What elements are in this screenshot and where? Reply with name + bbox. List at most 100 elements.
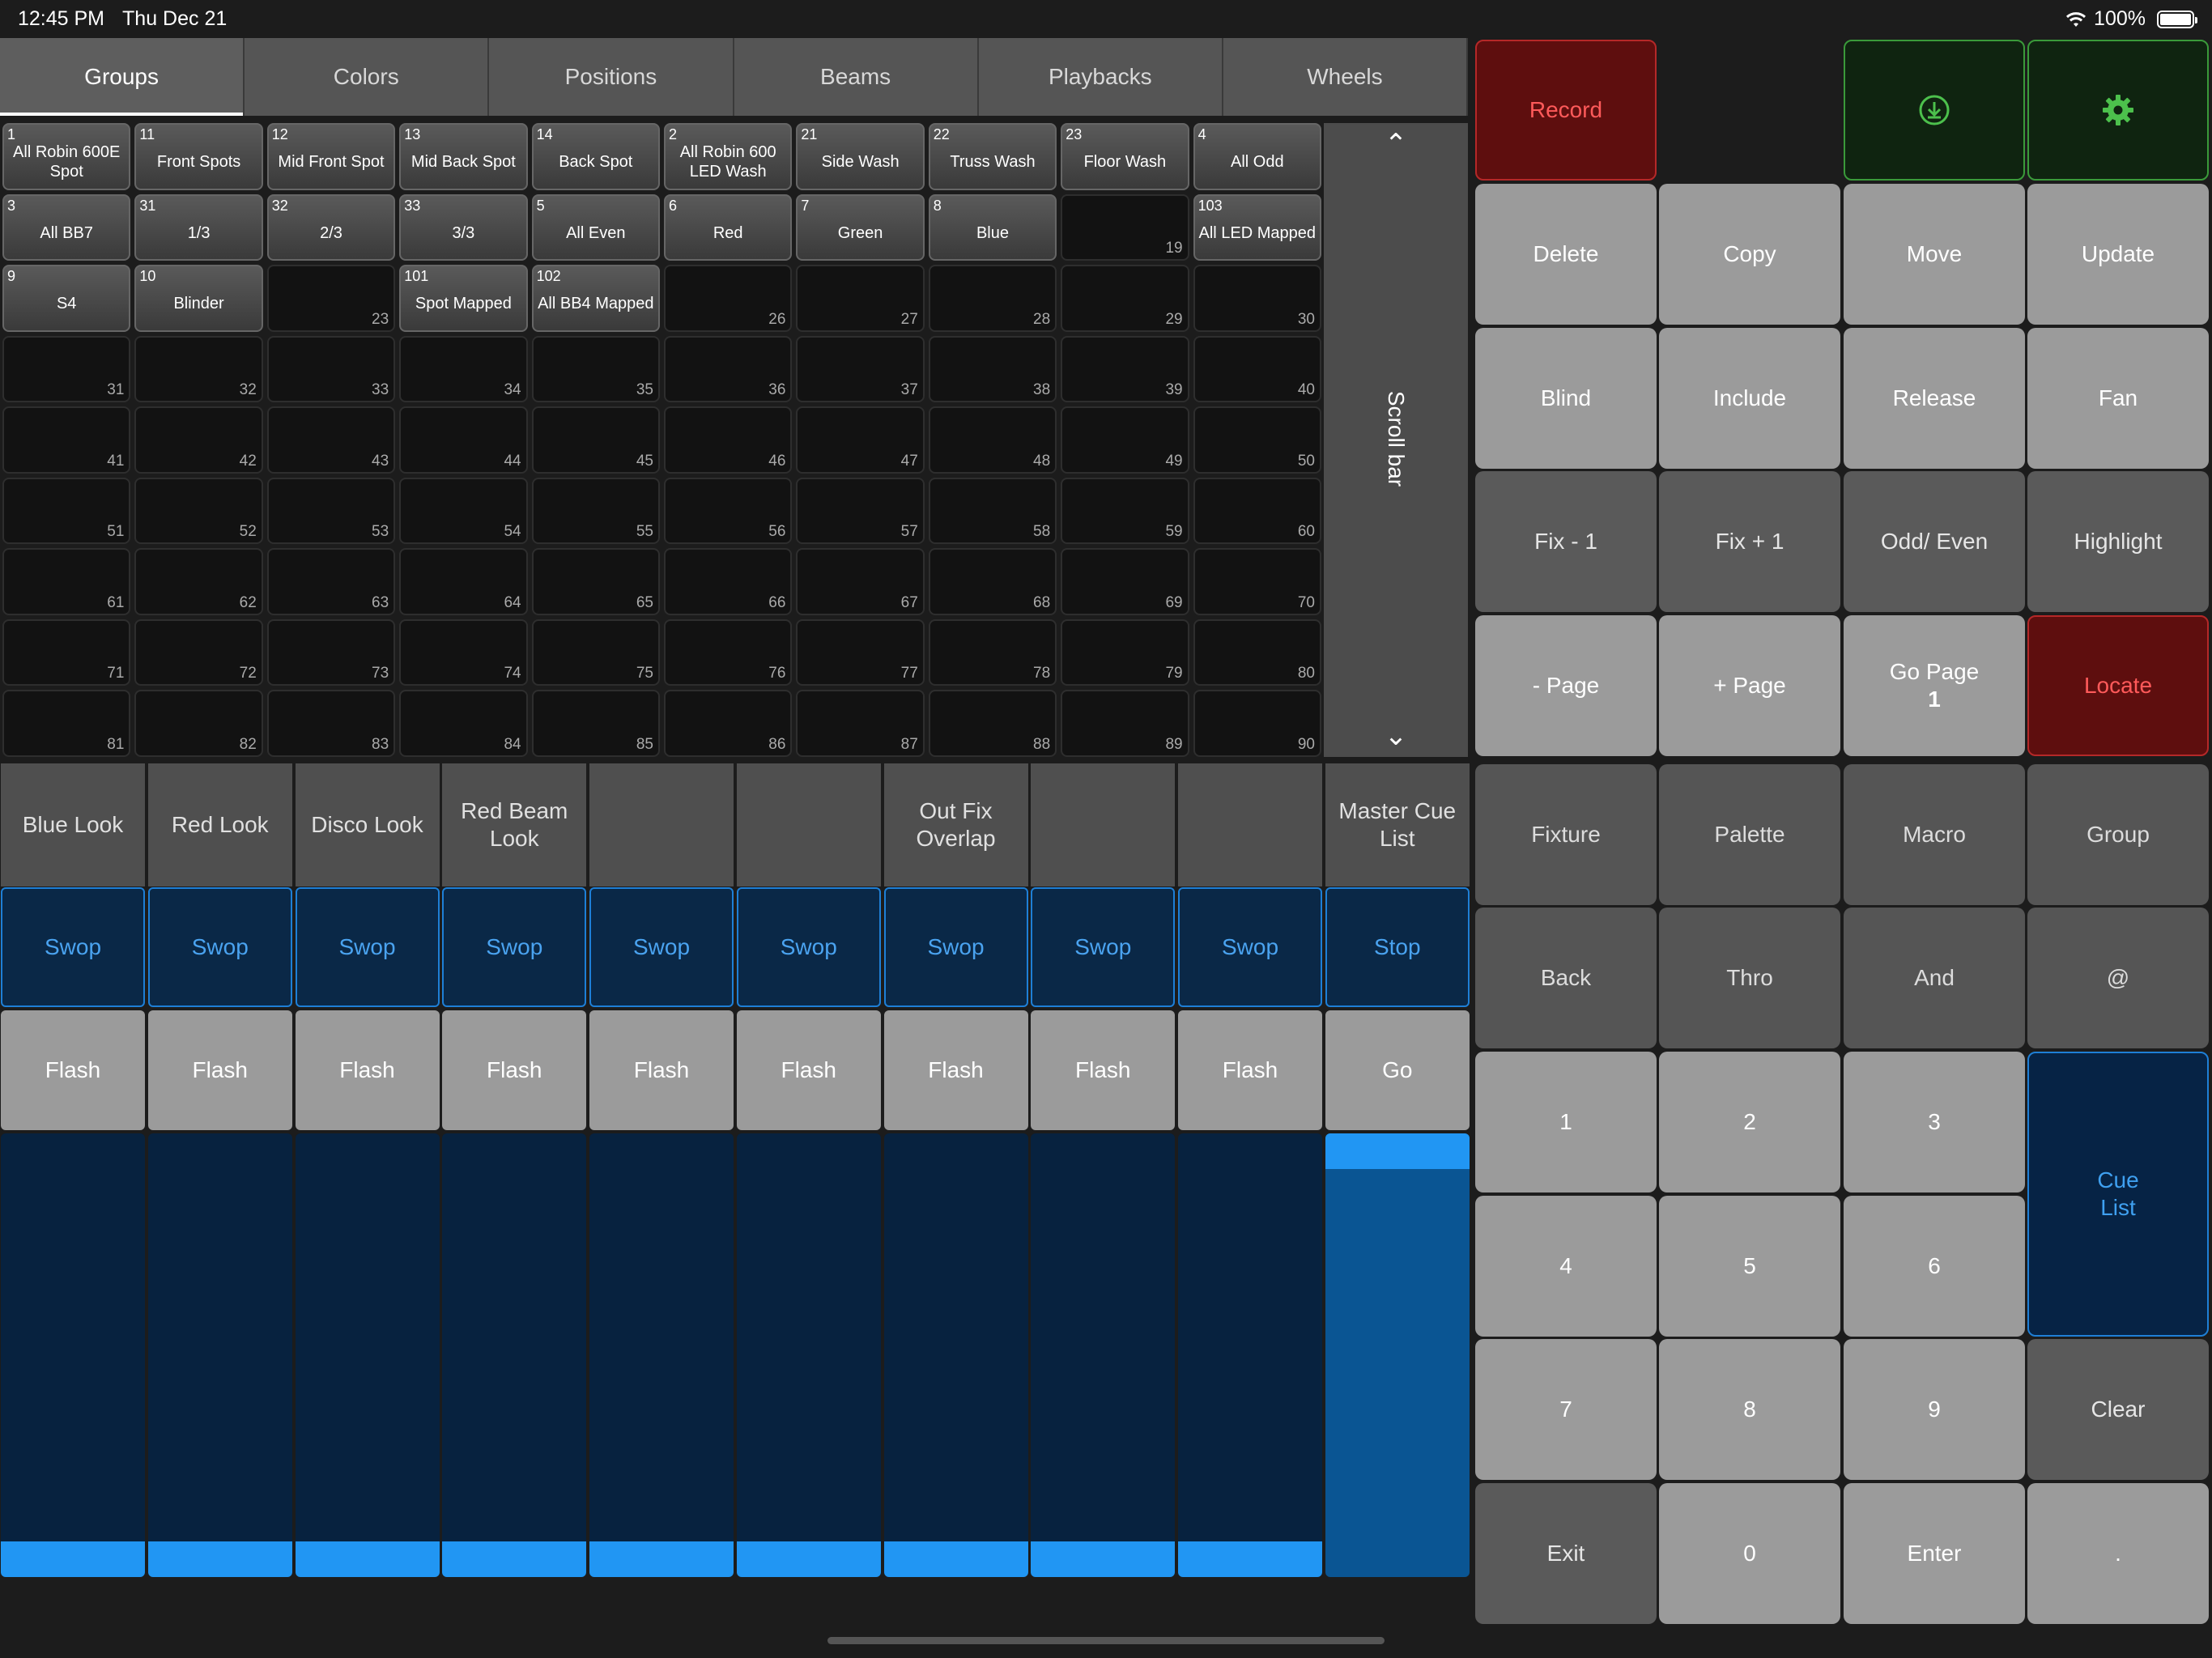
flash-button[interactable]: Flash bbox=[589, 1010, 734, 1130]
empty-group-slot[interactable]: 60 bbox=[1193, 477, 1321, 545]
empty-group-slot[interactable]: 62 bbox=[134, 548, 263, 615]
empty-group-slot[interactable]: 39 bbox=[1061, 335, 1189, 403]
empty-group-slot[interactable]: 23 bbox=[266, 265, 396, 332]
page-minus-button[interactable]: - Page bbox=[1475, 615, 1657, 756]
empty-group-slot[interactable]: 30 bbox=[1193, 265, 1321, 332]
enter-button[interactable]: Enter bbox=[1844, 1483, 2025, 1624]
back-button[interactable]: Back bbox=[1475, 908, 1657, 1048]
empty-group-slot[interactable]: 42 bbox=[134, 406, 263, 474]
empty-group-slot[interactable]: 54 bbox=[399, 477, 528, 545]
key-4[interactable]: 4 bbox=[1475, 1196, 1657, 1337]
group-button[interactable]: 33 3/3 bbox=[399, 193, 528, 261]
swop-button[interactable]: Swop bbox=[295, 887, 440, 1007]
group-button[interactable]: 31 1/3 bbox=[134, 193, 263, 261]
empty-group-slot[interactable]: 83 bbox=[266, 690, 396, 757]
empty-group-slot[interactable]: 69 bbox=[1061, 548, 1189, 615]
empty-group-slot[interactable]: 59 bbox=[1061, 477, 1189, 545]
empty-group-slot[interactable]: 76 bbox=[663, 619, 793, 687]
empty-group-slot[interactable]: 88 bbox=[928, 690, 1057, 757]
swop-button[interactable]: Swop bbox=[442, 887, 587, 1007]
empty-group-slot[interactable]: 78 bbox=[928, 619, 1057, 687]
dot-button[interactable]: . bbox=[2027, 1483, 2209, 1624]
group-button[interactable]: 21 Side Wash bbox=[796, 123, 925, 190]
fix-minus-button[interactable]: Fix - 1 bbox=[1475, 471, 1657, 612]
empty-group-slot[interactable]: 89 bbox=[1061, 690, 1189, 757]
group-button[interactable]: 1 All Robin 600E Spot bbox=[2, 123, 131, 190]
group-button[interactable]: 8 Blue bbox=[928, 193, 1057, 261]
group-button[interactable]: 32 2/3 bbox=[266, 193, 396, 261]
playback-fader[interactable] bbox=[442, 1133, 587, 1577]
flash-button[interactable]: Flash bbox=[1, 1010, 145, 1130]
group-button[interactable]: Group bbox=[2027, 764, 2209, 905]
at-button[interactable]: @ bbox=[2027, 908, 2209, 1048]
move-button[interactable]: Move bbox=[1844, 184, 2025, 325]
palette-button[interactable]: Palette bbox=[1659, 764, 1840, 905]
locate-button[interactable]: Locate bbox=[2027, 615, 2209, 756]
swop-button[interactable]: Swop bbox=[883, 887, 1028, 1007]
group-button[interactable]: 13 Mid Back Spot bbox=[399, 123, 528, 190]
empty-group-slot[interactable]: 63 bbox=[266, 548, 396, 615]
empty-group-slot[interactable]: 84 bbox=[399, 690, 528, 757]
group-button[interactable]: 3 All BB7 bbox=[2, 193, 131, 261]
scroll-down-icon[interactable]: ⌄ bbox=[1324, 720, 1468, 752]
empty-group-slot[interactable]: 43 bbox=[266, 406, 396, 474]
go-page-button[interactable]: Go Page 1 bbox=[1844, 615, 2025, 756]
empty-group-slot[interactable]: 28 bbox=[928, 265, 1057, 332]
group-button[interactable]: 5 All Even bbox=[531, 193, 660, 261]
key-1[interactable]: 1 bbox=[1475, 1052, 1657, 1192]
group-button[interactable]: 101 Spot Mapped bbox=[399, 265, 528, 332]
flash-button[interactable]: Flash bbox=[1031, 1010, 1176, 1130]
playback-fader[interactable] bbox=[1178, 1133, 1322, 1577]
empty-group-slot[interactable]: 40 bbox=[1193, 335, 1321, 403]
download-button[interactable] bbox=[1844, 40, 2025, 181]
empty-group-slot[interactable]: 61 bbox=[2, 548, 131, 615]
highlight-button[interactable]: Highlight bbox=[2027, 471, 2209, 612]
macro-button[interactable]: Macro bbox=[1844, 764, 2025, 905]
group-button[interactable]: 102 All BB4 Mapped bbox=[531, 265, 660, 332]
cue-list-button[interactable]: Cue List bbox=[2027, 1052, 2209, 1337]
delete-button[interactable]: Delete bbox=[1475, 184, 1657, 325]
clear-button[interactable]: Clear bbox=[2027, 1339, 2209, 1480]
empty-group-slot[interactable]: 66 bbox=[663, 548, 793, 615]
empty-group-slot[interactable]: 29 bbox=[1061, 265, 1189, 332]
swop-button[interactable]: Swop bbox=[1178, 887, 1322, 1007]
empty-group-slot[interactable]: 70 bbox=[1193, 548, 1321, 615]
copy-button[interactable]: Copy bbox=[1659, 184, 1840, 325]
empty-group-slot[interactable]: 57 bbox=[796, 477, 925, 545]
playback-fader[interactable] bbox=[589, 1133, 734, 1577]
tab-positions[interactable]: Positions bbox=[489, 38, 734, 116]
empty-group-slot[interactable]: 73 bbox=[266, 619, 396, 687]
group-button[interactable]: 10 Blinder bbox=[134, 265, 263, 332]
empty-group-slot[interactable]: 44 bbox=[399, 406, 528, 474]
empty-group-slot[interactable]: 65 bbox=[531, 548, 660, 615]
empty-group-slot[interactable]: 53 bbox=[266, 477, 396, 545]
tab-colors[interactable]: Colors bbox=[245, 38, 490, 116]
exit-button[interactable]: Exit bbox=[1475, 1483, 1657, 1624]
empty-group-slot[interactable]: 67 bbox=[796, 548, 925, 615]
empty-group-slot[interactable]: 31 bbox=[2, 335, 131, 403]
empty-group-slot[interactable]: 82 bbox=[134, 690, 263, 757]
flash-button[interactable]: Flash bbox=[147, 1010, 292, 1130]
release-button[interactable]: Release bbox=[1844, 328, 2025, 469]
stop-button[interactable]: Stop bbox=[1325, 887, 1470, 1007]
key-7[interactable]: 7 bbox=[1475, 1339, 1657, 1480]
scroll-up-icon[interactable]: ⌃ bbox=[1324, 128, 1468, 160]
go-button[interactable]: Go bbox=[1325, 1010, 1470, 1130]
and-button[interactable]: And bbox=[1844, 908, 2025, 1048]
tab-beams[interactable]: Beams bbox=[734, 38, 979, 116]
group-button[interactable]: 12 Mid Front Spot bbox=[266, 123, 396, 190]
key-3[interactable]: 3 bbox=[1844, 1052, 2025, 1192]
empty-group-slot[interactable]: 85 bbox=[531, 690, 660, 757]
playback-fader[interactable] bbox=[1031, 1133, 1176, 1577]
tab-groups[interactable]: Groups bbox=[0, 38, 245, 116]
include-button[interactable]: Include bbox=[1659, 328, 1840, 469]
empty-group-slot[interactable]: 41 bbox=[2, 406, 131, 474]
key-2[interactable]: 2 bbox=[1659, 1052, 1840, 1192]
empty-group-slot[interactable]: 47 bbox=[796, 406, 925, 474]
empty-group-slot[interactable]: 86 bbox=[663, 690, 793, 757]
empty-group-slot[interactable]: 68 bbox=[928, 548, 1057, 615]
empty-group-slot[interactable]: 33 bbox=[266, 335, 396, 403]
empty-group-slot[interactable]: 38 bbox=[928, 335, 1057, 403]
key-0[interactable]: 0 bbox=[1659, 1483, 1840, 1624]
empty-group-slot[interactable]: 51 bbox=[2, 477, 131, 545]
